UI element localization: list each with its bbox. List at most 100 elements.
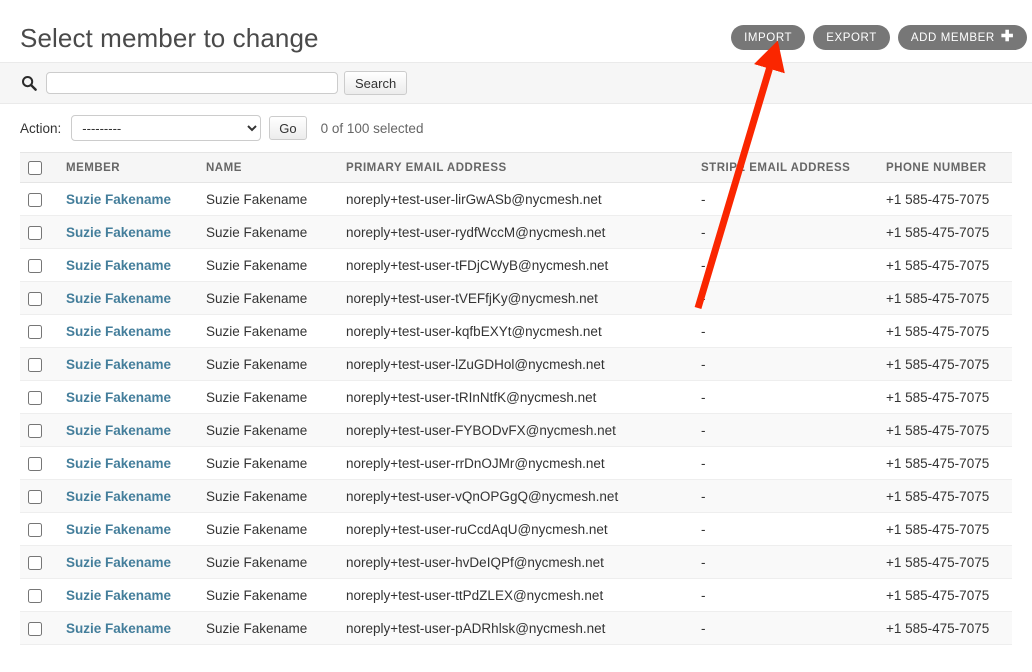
cell-name: Suzie Fakename (198, 578, 338, 612)
cell-stripe-email: - (693, 446, 878, 480)
cell-phone: +1 585-475-7075 (878, 347, 1012, 381)
row-select-cell (20, 380, 58, 414)
member-link[interactable]: Suzie Fakename (66, 423, 171, 438)
cell-name: Suzie Fakename (198, 611, 338, 645)
cell-stripe-email: - (693, 611, 878, 645)
member-link[interactable]: Suzie Fakename (66, 390, 171, 405)
row-checkbox[interactable] (28, 390, 42, 405)
cell-phone: +1 585-475-7075 (878, 545, 1012, 579)
cell-stripe-email: - (693, 380, 878, 414)
row-checkbox[interactable] (28, 621, 42, 636)
cell-phone: +1 585-475-7075 (878, 446, 1012, 480)
member-link[interactable]: Suzie Fakename (66, 324, 171, 339)
table-row: Suzie Fakename Suzie Fakename noreply+test… (20, 545, 1012, 579)
member-link[interactable]: Suzie Fakename (66, 588, 171, 603)
row-checkbox[interactable] (28, 192, 42, 207)
row-select-cell (20, 182, 58, 216)
page-title: Select member to change (20, 23, 319, 53)
column-header-primary-email[interactable]: PRIMARY EMAIL ADDRESS (338, 152, 693, 183)
cell-name: Suzie Fakename (198, 545, 338, 579)
row-select-cell (20, 314, 58, 348)
column-header-name[interactable]: NAME (198, 152, 338, 183)
cell-stripe-email: - (693, 248, 878, 282)
cell-stripe-email: - (693, 347, 878, 381)
object-tools: IMPORT EXPORT ADD MEMBER ✚ (731, 25, 1027, 50)
row-checkbox[interactable] (28, 555, 42, 570)
page-header: Select member to change IMPORT EXPORT AD… (0, 0, 1032, 62)
row-checkbox[interactable] (28, 324, 42, 339)
cell-primary-email: noreply+test-user-FYBODvFX@nycmesh.net (338, 413, 693, 447)
cell-primary-email: noreply+test-user-tFDjCWyB@nycmesh.net (338, 248, 693, 282)
row-checkbox[interactable] (28, 489, 42, 504)
cell-stripe-email: - (693, 578, 878, 612)
cell-name: Suzie Fakename (198, 413, 338, 447)
member-link[interactable]: Suzie Fakename (66, 555, 171, 570)
row-select-cell (20, 446, 58, 480)
row-checkbox[interactable] (28, 522, 42, 537)
cell-primary-email: noreply+test-user-tRInNtfK@nycmesh.net (338, 380, 693, 414)
member-link[interactable]: Suzie Fakename (66, 192, 171, 207)
cell-phone: +1 585-475-7075 (878, 314, 1012, 348)
table-row: Suzie Fakename Suzie Fakename noreply+test… (20, 281, 1012, 315)
cell-stripe-email: - (693, 545, 878, 579)
row-checkbox[interactable] (28, 291, 42, 306)
column-header-phone[interactable]: PHONE NUMBER (878, 152, 1012, 183)
cell-primary-email: noreply+test-user-tVEFfjKy@nycmesh.net (338, 281, 693, 315)
member-link[interactable]: Suzie Fakename (66, 621, 171, 636)
results-table: MEMBER NAME PRIMARY EMAIL ADDRESS STRIPE… (20, 152, 1012, 645)
add-member-button-label: ADD MEMBER (910, 31, 995, 44)
column-header-member[interactable]: MEMBER (58, 152, 198, 183)
member-link[interactable]: Suzie Fakename (66, 489, 171, 504)
member-link[interactable]: Suzie Fakename (66, 291, 171, 306)
column-header-stripe-email[interactable]: STRIPE EMAIL ADDRESS (693, 152, 878, 183)
row-select-cell (20, 545, 58, 579)
cell-primary-email: noreply+test-user-hvDeIQPf@nycmesh.net (338, 545, 693, 579)
member-link[interactable]: Suzie Fakename (66, 522, 171, 537)
cell-name: Suzie Fakename (198, 347, 338, 381)
row-checkbox[interactable] (28, 258, 42, 273)
cell-name: Suzie Fakename (198, 314, 338, 348)
table-row: Suzie Fakename Suzie Fakename noreply+test… (20, 479, 1012, 513)
member-link[interactable]: Suzie Fakename (66, 357, 171, 372)
row-checkbox[interactable] (28, 357, 42, 372)
row-select-cell (20, 512, 58, 546)
cell-member: Suzie Fakename (58, 479, 198, 513)
table-body: Suzie Fakename Suzie Fakename noreply+test… (20, 182, 1012, 645)
table-row: Suzie Fakename Suzie Fakename noreply+test… (20, 611, 1012, 645)
cell-member: Suzie Fakename (58, 215, 198, 249)
cell-stripe-email: - (693, 479, 878, 513)
import-button[interactable]: IMPORT (731, 25, 806, 50)
export-button[interactable]: EXPORT (813, 25, 890, 50)
cell-primary-email: noreply+test-user-vQnOPGgQ@nycmesh.net (338, 479, 693, 513)
cell-phone: +1 585-475-7075 (878, 380, 1012, 414)
action-label: Action: (20, 120, 62, 136)
cell-phone: +1 585-475-7075 (878, 479, 1012, 513)
add-member-button[interactable]: ADD MEMBER ✚ (897, 25, 1027, 50)
cell-stripe-email: - (693, 314, 878, 348)
cell-primary-email: noreply+test-user-pADRhlsk@nycmesh.net (338, 611, 693, 645)
cell-member: Suzie Fakename (58, 281, 198, 315)
cell-phone: +1 585-475-7075 (878, 512, 1012, 546)
actions-bar: Action: --------- Go 0 of 100 selected (0, 104, 1032, 152)
cell-primary-email: noreply+test-user-lZuGDHol@nycmesh.net (338, 347, 693, 381)
export-button-label: EXPORT (826, 31, 877, 44)
search-icon (20, 74, 38, 92)
row-checkbox[interactable] (28, 588, 42, 603)
table-row: Suzie Fakename Suzie Fakename noreply+test… (20, 347, 1012, 381)
row-checkbox[interactable] (28, 423, 42, 438)
cell-phone: +1 585-475-7075 (878, 413, 1012, 447)
cell-member: Suzie Fakename (58, 413, 198, 447)
member-link[interactable]: Suzie Fakename (66, 225, 171, 240)
search-submit-button[interactable]: Search (344, 71, 408, 95)
member-link[interactable]: Suzie Fakename (66, 258, 171, 273)
action-go-button[interactable]: Go (269, 116, 307, 140)
member-link[interactable]: Suzie Fakename (66, 456, 171, 471)
row-checkbox[interactable] (28, 456, 42, 471)
row-checkbox[interactable] (28, 225, 42, 240)
cell-name: Suzie Fakename (198, 281, 338, 315)
cell-primary-email: noreply+test-user-rrDnOJMr@nycmesh.net (338, 446, 693, 480)
select-all-checkbox[interactable] (28, 160, 42, 175)
cell-name: Suzie Fakename (198, 215, 338, 249)
search-input[interactable] (46, 72, 338, 94)
action-select[interactable]: --------- (71, 115, 262, 141)
